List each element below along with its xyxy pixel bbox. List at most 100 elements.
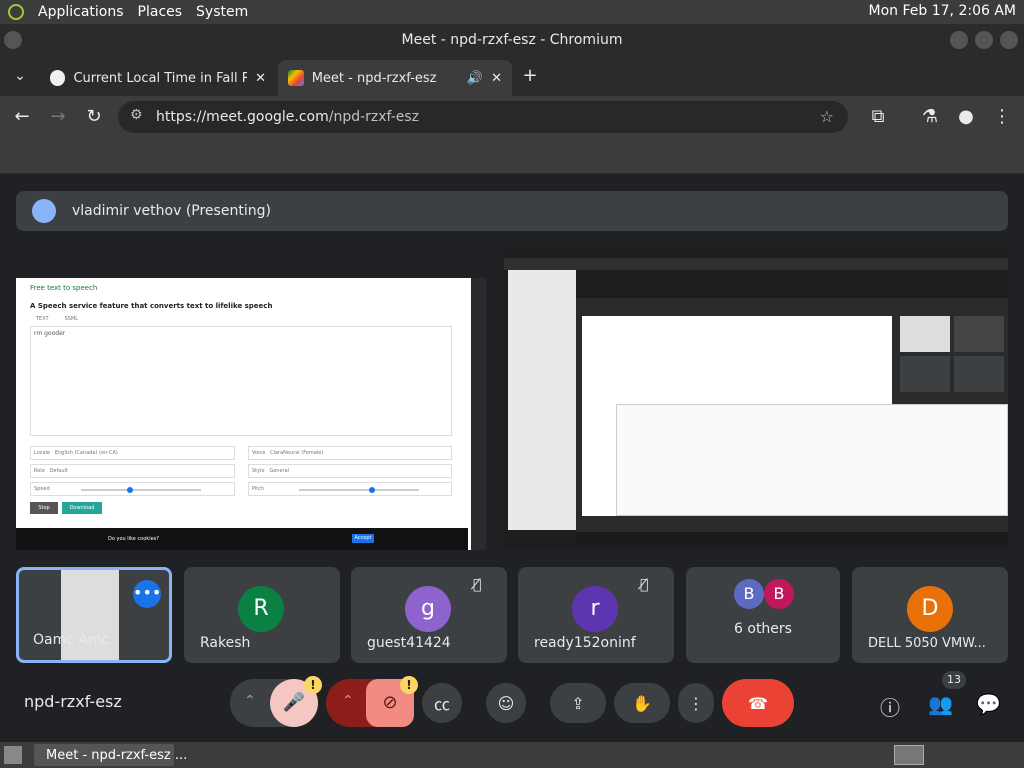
os-top-panel: Applications Places System Mon Feb 17, 2… <box>0 0 1024 24</box>
minimize-icon[interactable] <box>950 31 968 49</box>
captions-button[interactable]: ㏄ <box>422 683 462 723</box>
taskbar-item-meet[interactable]: Meet - npd-rzxf-esz ... <box>34 744 187 766</box>
mic-muted-icon: 🎙̸ <box>473 577 482 593</box>
meet-favicon-icon <box>288 70 304 86</box>
hand-icon: ✋ <box>632 693 652 713</box>
meeting-info-icon[interactable]: ⓘ <box>880 692 900 721</box>
participant-avatar: B <box>734 579 764 609</box>
participant-tile-dell[interactable]: D DELL 5050 VMW... <box>852 567 1008 663</box>
cookie-prompt: Do you like cookies? <box>108 536 159 542</box>
participant-name: Rakesh <box>200 635 251 651</box>
emoji-icon: ☺ <box>497 693 515 713</box>
address-bar[interactable]: ⚙ https://meet.google.com /npd-rzxf-esz … <box>118 101 848 133</box>
shared-content: rm gooder <box>34 330 66 337</box>
tab-local-time[interactable]: Current Local Time in Fall Riv ✕ <box>40 60 276 96</box>
microphone-icon: 🎤 <box>282 692 306 713</box>
show-desktop-icon[interactable] <box>4 746 22 764</box>
os-taskbar: Meet - npd-rzxf-esz ... <box>0 742 1024 768</box>
participant-tile-ready152oninf[interactable]: 🎙̸ r ready152oninf <box>518 567 674 663</box>
more-options-icon[interactable]: ••• <box>133 580 161 608</box>
presenter-label: vladimir vethov (Presenting) <box>72 203 271 219</box>
close-window-icon[interactable] <box>1000 31 1018 49</box>
shared-screen-main[interactable]: Free text to speech A Speech service fea… <box>16 248 486 550</box>
url-host: https://meet.google.com <box>156 109 329 125</box>
reactions-button[interactable]: ☺ <box>486 683 526 723</box>
mic-options-chevron-up-icon[interactable]: ⌃ <box>244 693 256 709</box>
present-screen-icon: ⇪ <box>571 693 585 713</box>
tab-strip: ⌄ Current Local Time in Fall Riv ✕ Meet … <box>0 56 1024 96</box>
present-screen-button[interactable]: ⇪ <box>550 683 606 723</box>
shared-textarea: rm gooder <box>30 326 452 436</box>
camera-off-icon: ⊘ <box>382 692 398 713</box>
participant-avatar: R <box>238 586 284 632</box>
chat-icon[interactable]: 💬 <box>976 692 1001 716</box>
shared-tab-ssml: SSML <box>64 316 79 322</box>
browser-menu-kebab-icon[interactable]: ⋮ <box>990 105 1014 129</box>
tab-meet[interactable]: Meet - npd-rzxf-esz 🔊 ✕ <box>278 60 512 96</box>
shared-browser-chrome <box>16 248 486 278</box>
browser-toolbar: ← → ↻ ⚙ https://meet.google.com /npd-rzx… <box>0 96 1024 138</box>
style-select: Style General <box>248 464 452 478</box>
participant-tile-others[interactable]: B B 6 others <box>686 567 840 663</box>
tab-title: Current Local Time in Fall Riv <box>73 70 248 86</box>
menu-system[interactable]: System <box>196 4 248 20</box>
meet-content: vladimir vethov (Presenting) Free text t… <box>0 174 1024 742</box>
site-info-icon[interactable]: ⚙ <box>130 107 143 123</box>
more-options-button[interactable]: ⋮ <box>678 683 714 723</box>
window-titlebar: Meet - npd-rzxf-esz - Chromium <box>0 24 1024 56</box>
clock-favicon-icon <box>50 70 66 86</box>
people-icon[interactable]: 👥 <box>928 692 953 716</box>
nested-browser-tabs <box>504 258 1008 270</box>
close-tab-icon[interactable]: ✕ <box>491 71 502 86</box>
mic-warning-icon: ! <box>304 676 322 694</box>
shared-tab-text: TEXT <box>36 316 49 322</box>
participant-avatar: D <box>907 586 953 632</box>
mic-muted-icon: 🎙̸ <box>640 577 649 593</box>
extensions-puzzle-icon[interactable]: ⧉ <box>866 105 890 129</box>
participant-name: guest41424 <box>367 635 451 651</box>
menu-applications[interactable]: Applications <box>38 4 124 20</box>
participant-name: DELL 5050 VMW... <box>868 636 986 651</box>
os-logo-icon[interactable] <box>8 4 24 20</box>
voice-select: Voice ClaraNeural (Female) <box>248 446 452 460</box>
tab-title: Meet - npd-rzxf-esz <box>311 70 437 86</box>
bookmark-star-icon[interactable]: ☆ <box>820 107 834 126</box>
tab-search-chevron-down-icon[interactable]: ⌄ <box>8 64 32 88</box>
participant-avatar: g <box>405 586 451 632</box>
new-tab-plus-icon[interactable]: + <box>518 64 542 88</box>
presenter-banner: vladimir vethov (Presenting) <box>16 191 1008 231</box>
participant-name: 6 others <box>734 621 792 637</box>
window-menu-icon[interactable] <box>4 31 22 49</box>
participant-avatar: r <box>572 586 618 632</box>
clock[interactable]: Mon Feb 17, 2:06 AM <box>869 3 1016 19</box>
locale-select: Locale English (Canada) (en-CA) <box>30 446 235 460</box>
camera-options-chevron-up-icon[interactable]: ⌃ <box>342 693 354 709</box>
nested-side-window <box>508 270 576 530</box>
labs-flask-icon[interactable]: ⚗ <box>918 105 942 129</box>
shared-stop-button: Stop <box>30 502 58 514</box>
back-arrow-icon[interactable]: ← <box>10 105 34 129</box>
shared-screen-secondary[interactable] <box>504 248 1008 550</box>
captions-icon: ㏄ <box>433 695 450 714</box>
maximize-icon[interactable] <box>975 31 993 49</box>
participant-name: Oamc Amc <box>33 632 110 648</box>
window-title: Meet - npd-rzxf-esz - Chromium <box>401 32 623 48</box>
raise-hand-button[interactable]: ✋ <box>614 683 670 723</box>
forward-arrow-icon[interactable]: → <box>46 105 70 129</box>
workspace-switcher[interactable] <box>894 745 924 765</box>
shared-app-title: Free text to speech <box>30 284 98 292</box>
close-tab-icon[interactable]: ✕ <box>255 71 266 86</box>
reload-icon[interactable]: ↻ <box>82 105 106 129</box>
participant-tile-guest41424[interactable]: 🎙̸ g guest41424 <box>351 567 507 663</box>
leave-call-button[interactable]: ☎ <box>722 679 794 727</box>
menu-places[interactable]: Places <box>138 4 183 20</box>
participant-tile-oamc[interactable]: ••• Oamc Amc <box>16 567 172 663</box>
presenter-avatar <box>32 199 56 223</box>
nested-participant-grid <box>900 316 1004 406</box>
pitch-slider: Pitch <box>248 482 452 496</box>
profile-avatar-icon[interactable]: ● <box>954 105 978 129</box>
meeting-code: npd-rzxf-esz <box>24 692 122 711</box>
audio-playing-icon[interactable]: 🔊 <box>467 71 483 86</box>
participant-tile-rakesh[interactable]: R Rakesh <box>184 567 340 663</box>
shared-headline: A Speech service feature that converts t… <box>30 302 273 310</box>
